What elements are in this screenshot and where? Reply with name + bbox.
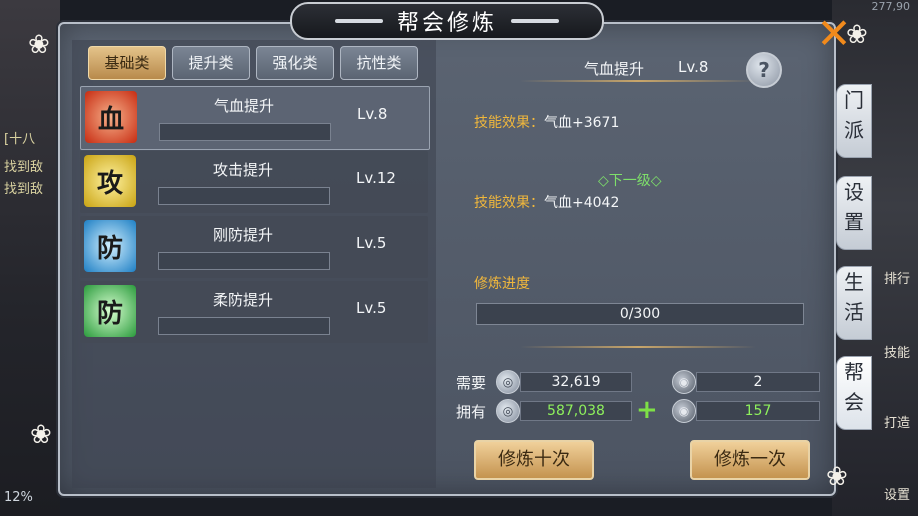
- side-tab-char: 门: [844, 88, 864, 112]
- divider-bottom: [520, 346, 756, 348]
- skill-row-hp[interactable]: 血 气血提升 Lv.8: [80, 86, 430, 150]
- coin-icon: ◉: [672, 399, 696, 423]
- side-tab-char: 活: [844, 300, 864, 324]
- tab-improve[interactable]: 提升类: [172, 46, 250, 80]
- tab-basic[interactable]: 基础类: [88, 46, 166, 80]
- flower-decoration-top-left: ❀: [28, 30, 50, 60]
- side-tab-char: 置: [844, 210, 864, 234]
- side-tab-life[interactable]: 生活: [836, 266, 872, 340]
- bg-forge-label[interactable]: 打造: [884, 412, 910, 431]
- side-tab-char: 生: [844, 270, 864, 294]
- coin-icon: ◉: [672, 370, 696, 394]
- silver-icon: ◎: [496, 399, 520, 423]
- bg-skill-label[interactable]: 技能: [884, 342, 910, 361]
- skill-row-soft-defense[interactable]: 防 柔防提升 Lv.5: [80, 281, 428, 343]
- defense-icon: 防: [84, 220, 136, 272]
- skill-row-hard-defense[interactable]: 防 刚防提升 Lv.5: [80, 216, 428, 278]
- progress-label: 修炼进度: [474, 276, 530, 292]
- have-silver-value: 587,038: [520, 401, 632, 421]
- tab-strengthen[interactable]: 强化类: [256, 46, 334, 80]
- need-coin-value: 2: [696, 372, 820, 392]
- side-tab-char: 派: [844, 118, 864, 142]
- skill-level: Lv.8: [357, 105, 388, 123]
- add-silver-button[interactable]: +: [636, 397, 658, 423]
- skill-progress-bar: [158, 252, 330, 270]
- need-silver-value: 32,619: [520, 372, 632, 392]
- background-right: [832, 0, 918, 516]
- next-effect-value: 气血+4042: [544, 195, 620, 211]
- side-tab-guild[interactable]: 帮会: [836, 356, 872, 430]
- blood-icon: 血: [85, 91, 137, 143]
- skill-name: 柔防提升: [212, 291, 273, 309]
- current-effect-key: 技能效果：: [474, 115, 544, 131]
- help-button[interactable]: ?: [746, 52, 782, 88]
- need-label: 需要: [456, 374, 487, 392]
- title-bar: 帮会修炼: [290, 2, 604, 40]
- skill-progress-bar: [158, 317, 330, 335]
- next-level-label: ◇下一级◇: [598, 173, 662, 189]
- window-title: 帮会修炼: [396, 11, 497, 36]
- train-ten-button[interactable]: 修炼十次: [474, 440, 594, 480]
- skill-row-attack[interactable]: 攻 攻击提升 Lv.12: [80, 151, 428, 213]
- skill-level: Lv.12: [356, 169, 396, 187]
- side-tab-char: 帮: [844, 360, 864, 384]
- side-tab-char: 设: [844, 180, 864, 204]
- side-tab-settings[interactable]: 设置: [836, 176, 872, 250]
- training-progress-bar: 0/300: [476, 303, 804, 325]
- skill-progress-bar: [158, 187, 330, 205]
- tab-resistance[interactable]: 抗性类: [340, 46, 418, 80]
- bg-coords: 277,90: [871, 0, 911, 13]
- skill-progress-bar: [159, 123, 331, 141]
- flower-decoration-top-right: ❀: [846, 20, 868, 50]
- train-one-button[interactable]: 修炼一次: [690, 440, 810, 480]
- detail-skill-level: Lv.8: [678, 58, 709, 76]
- detail-skill-name: 气血提升: [584, 60, 645, 78]
- skill-name: 气血提升: [213, 97, 274, 115]
- have-label: 拥有: [456, 403, 487, 421]
- progress-text: 0/300: [619, 306, 661, 322]
- have-coin-value: 157: [696, 401, 820, 421]
- current-effect: 技能效果：气血+3671: [474, 112, 619, 132]
- skill-level: Lv.5: [356, 234, 387, 252]
- bg-quest-line-1: [十八: [4, 132, 36, 147]
- skill-name: 攻击提升: [212, 161, 273, 179]
- title-right-ornament: [511, 19, 559, 23]
- bg-settings-label[interactable]: 设置: [884, 484, 910, 503]
- bg-quest-line-2: 找到敌: [4, 160, 44, 175]
- soft-defense-icon: 防: [84, 285, 136, 337]
- bg-rank-label[interactable]: 排行: [884, 268, 910, 287]
- next-effect: 技能效果：气血+4042: [474, 192, 619, 212]
- skill-name: 刚防提升: [212, 226, 273, 244]
- side-tab-char: 会: [844, 390, 864, 414]
- title-left-ornament: [334, 19, 383, 23]
- current-effect-value: 气血+3671: [544, 115, 620, 131]
- skill-level: Lv.5: [356, 299, 387, 317]
- attack-icon: 攻: [84, 155, 136, 207]
- side-tab-sect[interactable]: 门派: [836, 84, 872, 158]
- divider-top: [520, 80, 756, 82]
- bg-percent: 12%: [4, 490, 33, 505]
- flower-decoration-bottom-left: ❀: [30, 420, 52, 450]
- bg-quest-line-3: 找到敌: [4, 182, 44, 197]
- silver-icon: ◎: [496, 370, 520, 394]
- flower-decoration-bottom-right: ❀: [826, 462, 848, 492]
- next-effect-key: 技能效果：: [474, 195, 544, 211]
